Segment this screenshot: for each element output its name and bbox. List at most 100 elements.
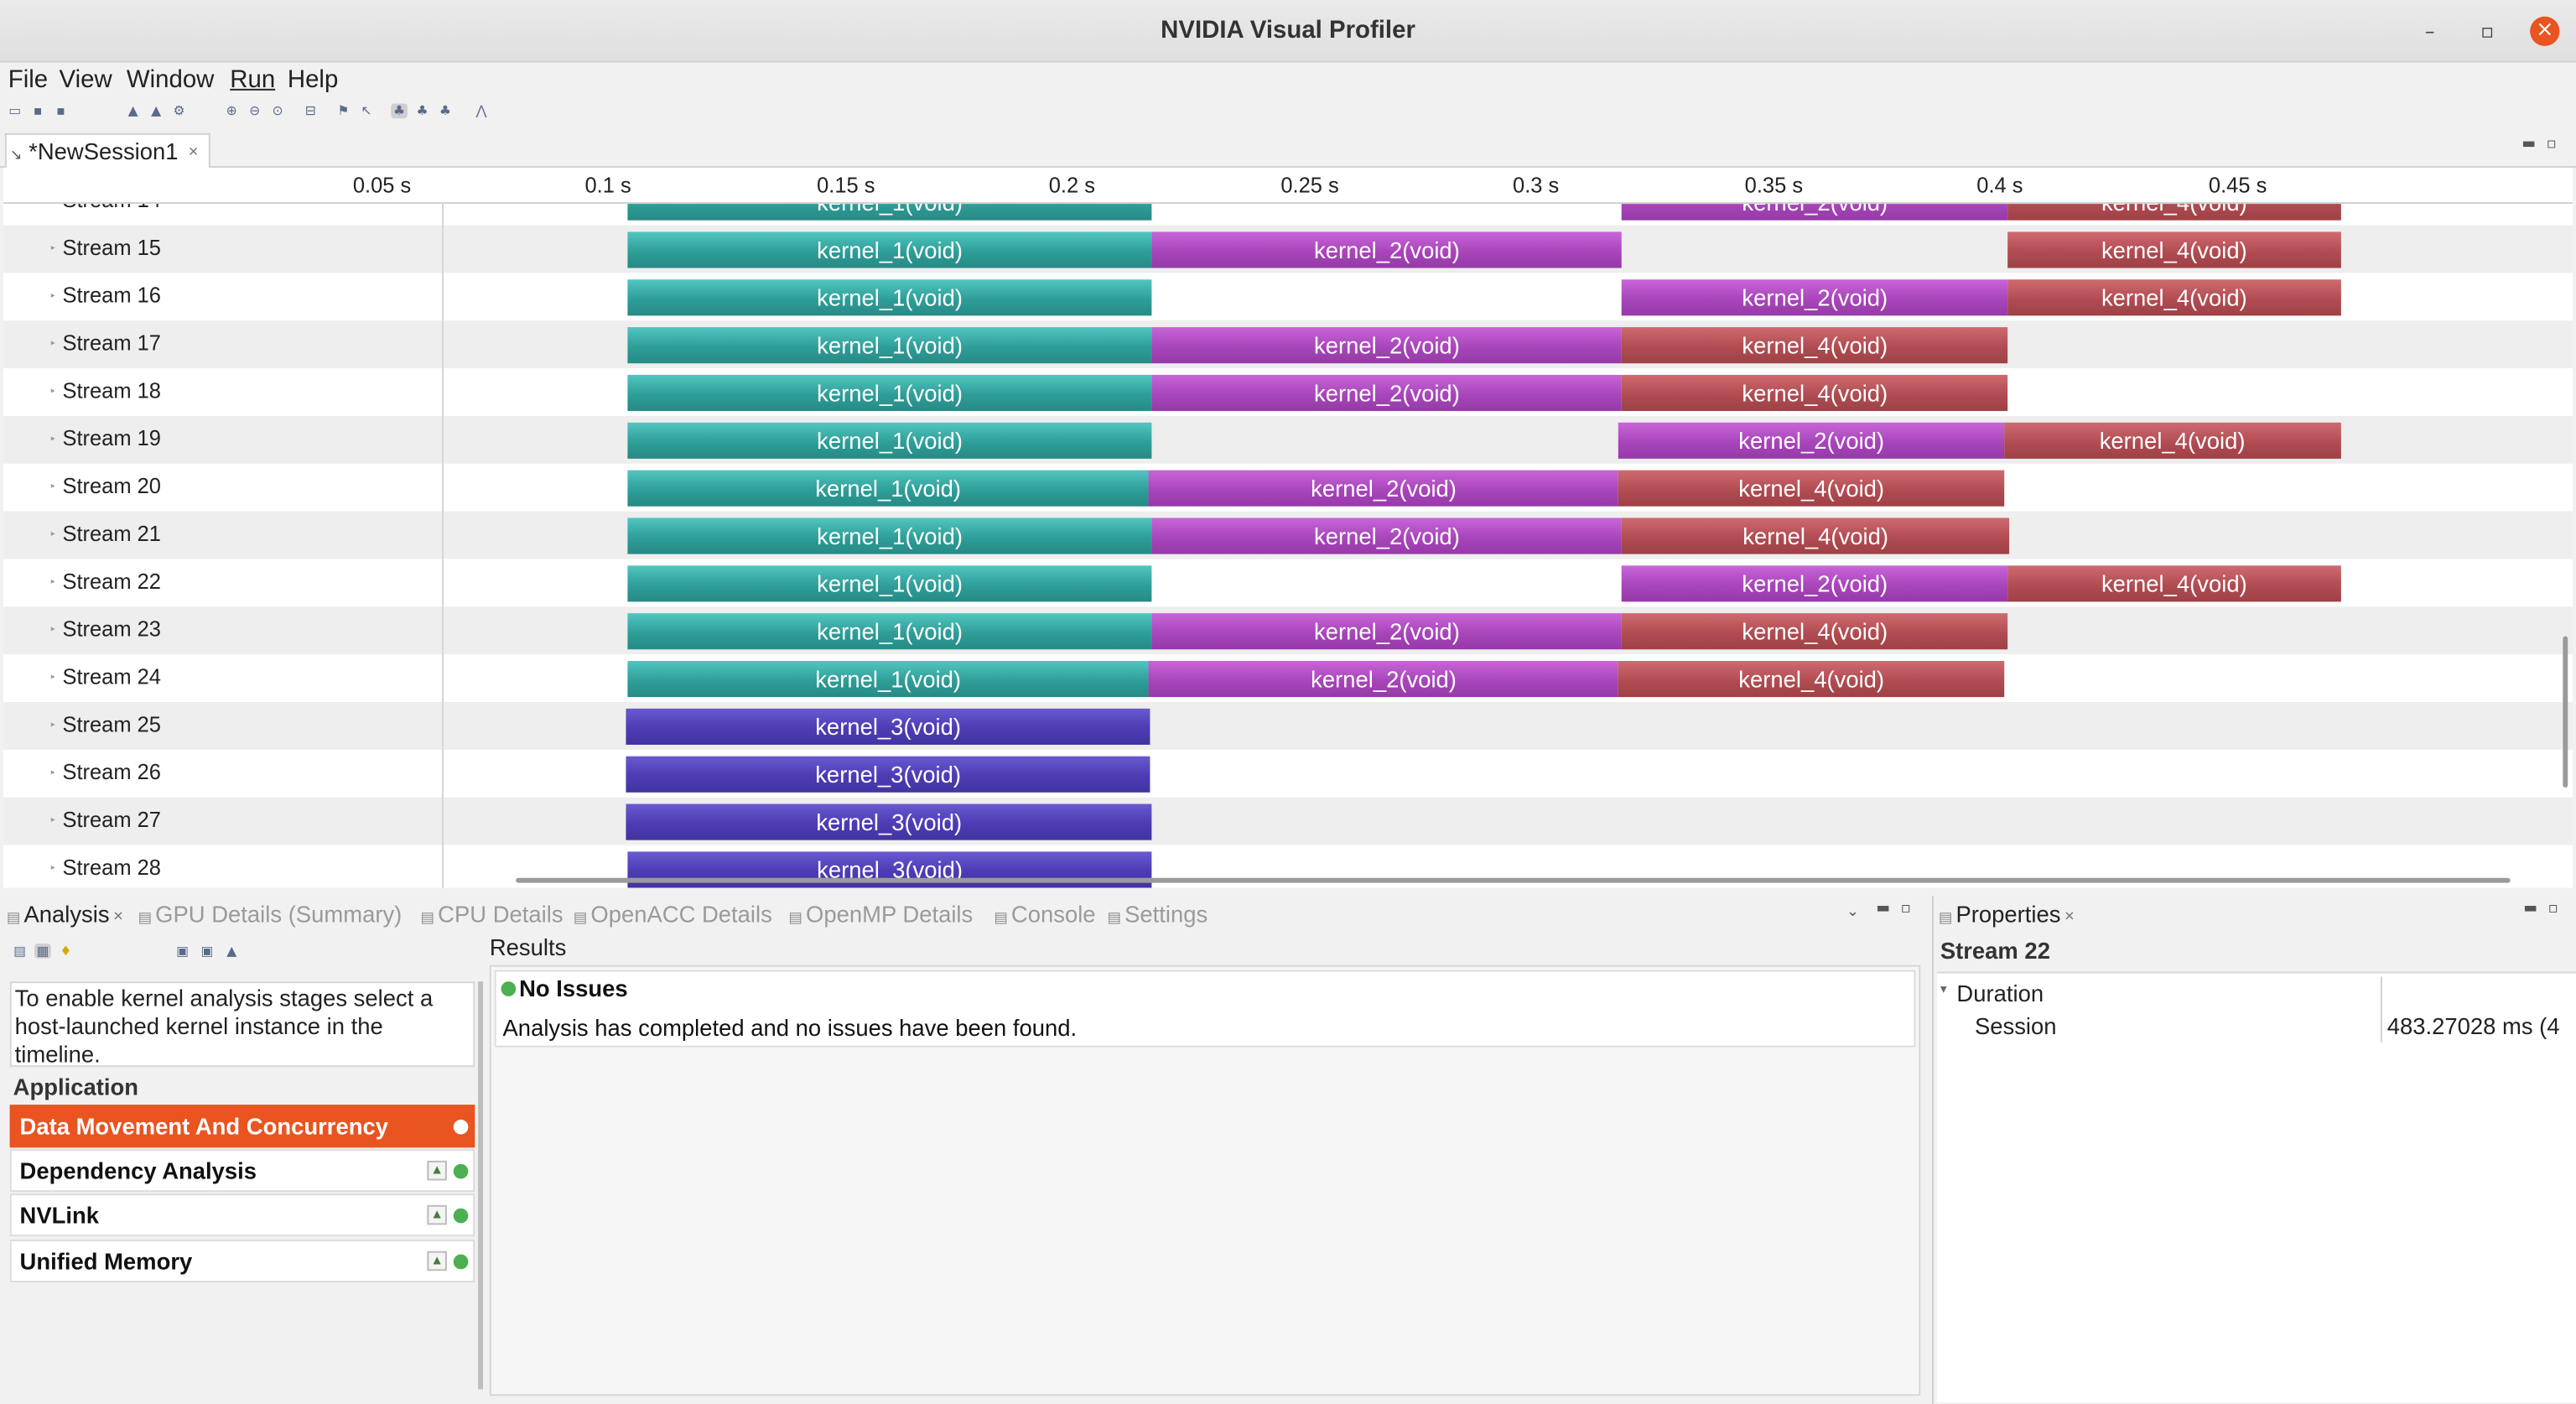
- stream-label[interactable]: Stream 26: [62, 760, 161, 784]
- row-expand-icon[interactable]: ▸: [51, 577, 55, 587]
- stream-label[interactable]: Stream 20: [62, 474, 161, 498]
- kernel-bar[interactable]: kernel_1(void): [627, 470, 1150, 507]
- kernel-bar[interactable]: kernel_1(void): [627, 231, 1152, 268]
- kernel-bar[interactable]: kernel_4(void): [1621, 374, 2008, 412]
- save-all-icon[interactable]: ▪: [53, 103, 70, 118]
- row-expand-icon[interactable]: ▸: [51, 720, 55, 731]
- kernel-bar[interactable]: kernel_2(void): [1618, 422, 2005, 459]
- stream-label[interactable]: Stream 21: [62, 521, 161, 545]
- close-button[interactable]: ×: [2530, 16, 2560, 46]
- kernel-bar[interactable]: kernel_3(void): [626, 756, 1150, 793]
- kernel-bar[interactable]: kernel_4(void): [1621, 327, 2008, 364]
- menu-run[interactable]: Run: [230, 65, 275, 93]
- kernel-bar[interactable]: kernel_4(void): [2007, 231, 2340, 268]
- stream-label[interactable]: Stream 22: [62, 569, 161, 593]
- minimize-panel-icon[interactable]: ▬: [1876, 901, 1890, 918]
- row-expand-icon[interactable]: ▸: [51, 291, 55, 301]
- stage-dependency-analysis[interactable]: Dependency Analysis ▲: [9, 1149, 475, 1193]
- row-expand-icon[interactable]: ▸: [51, 529, 55, 539]
- stream-label[interactable]: Stream 17: [62, 330, 161, 355]
- row-expand-icon[interactable]: ▸: [51, 434, 55, 444]
- row-expand-icon[interactable]: ▸: [51, 863, 55, 873]
- rerun-icon[interactable]: ▲: [148, 103, 164, 118]
- tab-openmp-details[interactable]: ▤ OpenMP Details: [788, 901, 973, 927]
- row-expand-icon[interactable]: ▸: [51, 815, 55, 825]
- tab-openacc-details[interactable]: ▤ OpenACC Details: [574, 901, 772, 927]
- run-all-icon[interactable]: ▲: [223, 944, 240, 959]
- result-card[interactable]: No Issues Analysis has completed and no …: [494, 970, 1916, 1048]
- kernel-bar[interactable]: kernel_1(void): [627, 565, 1152, 602]
- tab-new-session[interactable]: ↘ *NewSession1 ✕: [4, 133, 210, 168]
- minimize-button[interactable]: –: [2415, 17, 2444, 46]
- row-expand-icon[interactable]: ▸: [51, 243, 55, 253]
- kernel-bar[interactable]: kernel_1(void): [627, 327, 1152, 364]
- kernel-bar[interactable]: kernel_2(void): [1151, 517, 1622, 554]
- kernel-bar[interactable]: kernel_1(void): [627, 517, 1152, 554]
- layout-icon[interactable]: ♣: [391, 103, 408, 119]
- zoom-out-icon[interactable]: ⊖: [247, 103, 263, 118]
- run-analysis-icon[interactable]: ▲: [125, 103, 142, 118]
- row-expand-icon[interactable]: ▸: [51, 387, 55, 397]
- filter-dropdown-icon[interactable]: ⋀: [473, 103, 490, 118]
- stream-label[interactable]: Stream 28: [62, 855, 161, 879]
- kernel-bar[interactable]: kernel_4(void): [2007, 279, 2340, 316]
- kernel-bar[interactable]: kernel_1(void): [627, 374, 1152, 412]
- kernel-bar[interactable]: kernel_4(void): [1621, 517, 2010, 554]
- kernel-bar[interactable]: kernel_2(void): [1151, 613, 1622, 650]
- kernel-bar[interactable]: kernel_3(void): [626, 708, 1150, 745]
- analysis-close-icon[interactable]: ✕: [113, 909, 124, 924]
- kernel-bar[interactable]: kernel_2(void): [1151, 231, 1622, 268]
- properties-close-icon[interactable]: ✕: [2064, 909, 2075, 924]
- menu-window[interactable]: Window: [127, 65, 215, 93]
- run-stage-icon[interactable]: ▲: [427, 1160, 447, 1181]
- unguided-mode-icon[interactable]: ▦: [34, 944, 51, 959]
- stream-label[interactable]: Stream 15: [62, 235, 161, 259]
- timeline-ruler[interactable]: 0.05 s 0.1 s 0.15 s 0.2 s 0.25 s 0.3 s 0.35 s 0…: [353, 167, 2573, 205]
- stage-nvlink[interactable]: NVLink ▲: [9, 1193, 475, 1237]
- tab-close-icon[interactable]: ✕: [188, 145, 199, 160]
- kernel-bar[interactable]: kernel_1(void): [627, 661, 1150, 698]
- row-expand-icon[interactable]: ▸: [51, 481, 55, 491]
- kernel-bar[interactable]: kernel_1(void): [627, 613, 1152, 650]
- column-divider[interactable]: [2380, 976, 2382, 1043]
- save-icon[interactable]: ▪: [29, 103, 46, 118]
- collapse-icon[interactable]: ⊟: [302, 103, 319, 118]
- menu-help[interactable]: Help: [288, 65, 338, 93]
- row-expand-icon[interactable]: ▸: [51, 625, 55, 635]
- kernel-bar[interactable]: kernel_2(void): [1149, 661, 1618, 698]
- stream-label[interactable]: Stream 27: [62, 807, 161, 831]
- stream-label[interactable]: Stream 16: [62, 283, 161, 307]
- expand-arrow-icon[interactable]: ▾: [1940, 981, 1947, 996]
- kernel-bar[interactable]: kernel_2(void): [1151, 327, 1622, 364]
- kernel-bar[interactable]: kernel_4(void): [2007, 565, 2340, 602]
- maximize-button[interactable]: ▫: [2473, 17, 2502, 46]
- guided-mode-icon[interactable]: ▤: [12, 944, 29, 959]
- minimize-properties-icon[interactable]: ▬: [2523, 901, 2537, 918]
- tab-properties[interactable]: ▤ Properties ✕: [1939, 901, 2075, 927]
- row-expand-icon[interactable]: ▸: [51, 673, 55, 683]
- hint-bulb-icon[interactable]: ♦: [58, 944, 75, 959]
- tab-cpu-details[interactable]: ▤ CPU Details: [421, 901, 564, 927]
- kernel-bar[interactable]: kernel_4(void): [1618, 661, 2005, 698]
- flag-icon[interactable]: ⚑: [335, 103, 352, 118]
- kernel-bar[interactable]: kernel_1(void): [627, 279, 1152, 316]
- layout-tree-icon[interactable]: ♣: [437, 103, 454, 118]
- maximize-panel-icon[interactable]: ▫: [1901, 901, 1911, 918]
- tab-gpu-details[interactable]: ▤ GPU Details (Summary): [138, 901, 402, 927]
- row-expand-icon[interactable]: ▸: [51, 339, 55, 349]
- layout-alt-icon[interactable]: ♣: [414, 103, 431, 118]
- kernel-bar[interactable]: kernel_3(void): [626, 803, 1152, 840]
- stream-label[interactable]: Stream 18: [62, 378, 161, 403]
- stream-label[interactable]: Stream 19: [62, 426, 161, 450]
- kernel-bar[interactable]: kernel_4(void): [1618, 470, 2005, 507]
- run-stage-icon[interactable]: ▲: [427, 1251, 447, 1271]
- kernel-bar[interactable]: kernel_4(void): [1621, 613, 2008, 650]
- row-expand-icon[interactable]: ▸: [51, 767, 55, 777]
- cursor-icon[interactable]: ↖: [358, 103, 375, 118]
- menu-file[interactable]: File: [8, 65, 48, 93]
- maximize-view-icon[interactable]: ▫: [2547, 137, 2557, 153]
- kernel-bar[interactable]: kernel_2(void): [1621, 279, 2008, 316]
- kernel-bar[interactable]: kernel_4(void): [2004, 422, 2340, 459]
- maximize-properties-icon[interactable]: ▫: [2548, 901, 2558, 918]
- export-icon[interactable]: ▣: [174, 944, 191, 959]
